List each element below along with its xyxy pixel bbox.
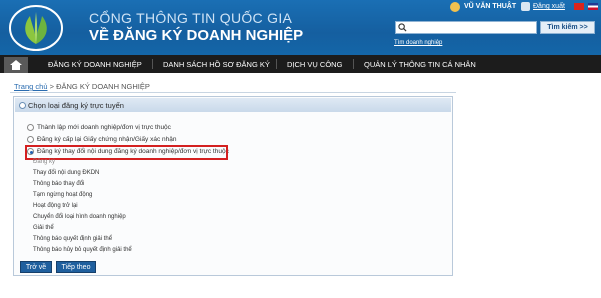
- nav-item-registration-list[interactable]: DANH SÁCH HỒ SƠ ĐĂNG KÝ: [163, 60, 270, 69]
- breadcrumb: Trang chủ > ĐĂNG KÝ DOANH NGHIỆP: [14, 82, 150, 91]
- search-icon: [398, 23, 407, 32]
- panel-title: Chọn loại đăng ký trực tuyến: [28, 101, 124, 110]
- sub-option-item[interactable]: Đăng ký: [33, 159, 55, 165]
- sub-option-item[interactable]: Thông báo thay đổi: [33, 181, 84, 187]
- logout-icon[interactable]: [521, 2, 530, 11]
- nav-item-register-business[interactable]: ĐĂNG KÝ DOANH NGHIỆP: [48, 60, 142, 69]
- sub-option-item[interactable]: Thông báo hủy bỏ quyết định giải thể: [33, 247, 132, 253]
- find-business-link[interactable]: Tìm doanh nghiệp: [394, 40, 442, 46]
- radio-button[interactable]: [27, 136, 34, 143]
- sub-option-item[interactable]: Hoạt động trở lại: [33, 203, 78, 209]
- site-logo-icon[interactable]: [6, 4, 66, 52]
- selection-highlight: [25, 145, 228, 160]
- collapse-icon[interactable]: [19, 102, 26, 109]
- radio-button[interactable]: [27, 124, 34, 131]
- nav-item-public-services[interactable]: DỊCH VỤ CÔNG: [287, 60, 342, 69]
- sub-option-item[interactable]: Chuyển đổi loại hình doanh nghiệp: [33, 214, 126, 220]
- user-icon: [450, 2, 463, 14]
- flag-vietnam-icon[interactable]: [574, 3, 584, 10]
- sub-option-item[interactable]: Thay đổi nội dung ĐKDN: [33, 170, 99, 176]
- radio-label: Thành lập mới doanh nghiệp/đơn vị trực t…: [37, 124, 171, 132]
- nav-item-personal-info[interactable]: QUẢN LÝ THÔNG TIN CÁ NHÂN: [364, 60, 476, 69]
- sub-option-item[interactable]: Tạm ngừng hoạt động: [33, 192, 92, 198]
- search-input[interactable]: [395, 21, 537, 34]
- site-title-line2: VỀ ĐĂNG KÝ DOANH NGHIỆP: [89, 27, 304, 44]
- breadcrumb-home-link[interactable]: Trang chủ: [14, 82, 48, 91]
- sub-option-item[interactable]: Giải thể: [33, 225, 54, 231]
- back-button[interactable]: Trở về: [20, 261, 52, 273]
- divider: [10, 92, 456, 93]
- breadcrumb-separator: >: [47, 82, 57, 91]
- radio-label: Đăng ký cấp lại Giấy chứng nhận/Giấy xác…: [37, 136, 177, 144]
- logout-link[interactable]: Đăng xuất: [533, 3, 565, 10]
- sub-option-item[interactable]: Thông báo quyết định giải thể: [33, 236, 112, 242]
- nav-divider: [276, 59, 277, 69]
- user-name[interactable]: VŨ VĂN THUẬT: [464, 3, 516, 10]
- flag-english-icon[interactable]: [588, 3, 598, 10]
- radio-option-new-business[interactable]: Thành lập mới doanh nghiệp/đơn vị trực t…: [27, 124, 171, 134]
- home-icon[interactable]: [4, 57, 28, 73]
- nav-divider: [152, 59, 153, 69]
- breadcrumb-current: ĐĂNG KÝ DOANH NGHIỆP: [56, 82, 150, 91]
- site-title-line1: CỔNG THÔNG TIN QUỐC GIA: [89, 10, 293, 26]
- search-button[interactable]: Tìm kiếm >>: [540, 21, 595, 34]
- nav-divider: [353, 59, 354, 69]
- next-button[interactable]: Tiếp theo: [56, 261, 96, 273]
